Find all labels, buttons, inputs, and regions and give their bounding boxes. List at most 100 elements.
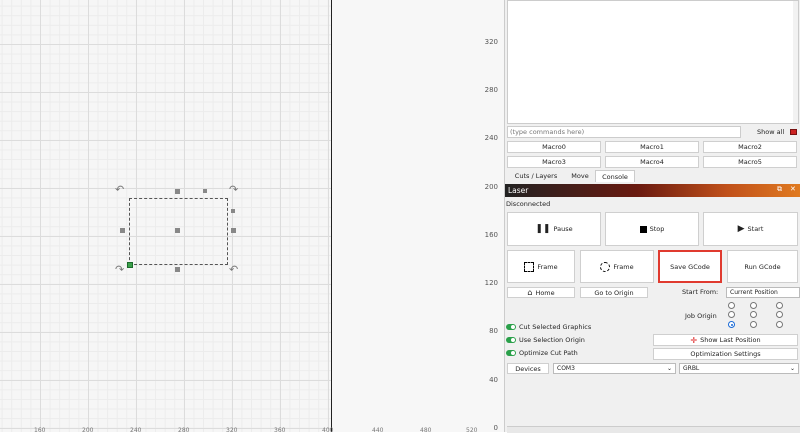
y-tick-label: 80 — [489, 327, 498, 335]
macro0-button[interactable]: Macro0 — [507, 141, 601, 153]
job-origin-top-right[interactable] — [776, 302, 783, 309]
x-tick-label: 440 — [372, 427, 384, 434]
scale-handle-left[interactable] — [120, 228, 125, 233]
job-origin-middle-center[interactable] — [750, 311, 757, 318]
x-tick-label: 400 — [322, 427, 334, 434]
stop-label: Stop — [649, 225, 665, 233]
job-origin-top-left[interactable] — [728, 302, 735, 309]
console-scrollbar[interactable] — [793, 1, 798, 123]
frame-circle-button[interactable]: Frame — [580, 250, 654, 283]
optimize-cut-path-label: Optimize Cut Path — [519, 349, 578, 357]
stop-icon — [639, 225, 647, 233]
float-panel-icon[interactable]: ⧉ — [777, 185, 782, 194]
start-from-select[interactable]: Current Position — [726, 287, 800, 298]
scale-handle-center[interactable] — [175, 228, 180, 233]
frame-rect-icon — [524, 261, 535, 272]
origin-anchor-handle[interactable] — [127, 262, 133, 268]
y-tick-label: 120 — [484, 279, 498, 287]
save-gcode-button[interactable]: Save GCode — [658, 250, 722, 283]
y-tick-label: 0 — [493, 424, 498, 432]
job-origin-bottom-left[interactable] — [728, 321, 735, 328]
y-tick-label: 40 — [489, 376, 498, 384]
pause-label: Pause — [553, 225, 573, 233]
skew-handle-top[interactable] — [203, 189, 207, 193]
start-from-value: Current Position — [730, 289, 778, 296]
play-icon: ▶ — [737, 224, 745, 234]
cut-selected-toggle[interactable] — [506, 324, 516, 330]
laser-panel-titlebar — [505, 184, 800, 197]
devices-button[interactable]: Devices — [507, 363, 549, 374]
scale-handle-top[interactable] — [175, 189, 180, 194]
laser-panel-title: Laser — [508, 186, 529, 195]
macro1-button[interactable]: Macro1 — [605, 141, 699, 153]
chevron-down-icon: ⌄ — [666, 365, 672, 372]
console-log — [507, 0, 799, 124]
stop-button[interactable]: Stop — [605, 212, 699, 246]
tab-move[interactable]: Move — [566, 170, 594, 182]
connection-status: Disconnected — [506, 200, 551, 208]
controller-value: GRBL — [683, 365, 700, 372]
macro3-button[interactable]: Macro3 — [507, 156, 601, 168]
frame-circle-label: Frame — [613, 262, 634, 271]
x-tick-label: 280 — [178, 427, 190, 434]
y-tick-label: 320 — [484, 38, 498, 46]
macro4-button[interactable]: Macro4 — [605, 156, 699, 168]
y-tick-label: 280 — [484, 86, 498, 94]
use-selection-origin-toggle[interactable] — [506, 337, 516, 343]
job-origin-top-center[interactable] — [750, 302, 757, 309]
design-canvas[interactable]: ↶ ↷ ↷ ↶ — [0, 0, 332, 432]
rotate-handle-top-left-icon[interactable]: ↶ — [115, 183, 124, 196]
crosshair-icon: ✛ — [690, 335, 698, 345]
optimize-cut-path-toggle[interactable] — [506, 350, 516, 356]
show-last-position-button[interactable]: ✛ Show Last Position — [653, 334, 798, 346]
show-all-checkbox[interactable] — [790, 129, 797, 135]
skew-handle-right[interactable] — [231, 209, 235, 213]
start-label: Start — [747, 225, 764, 233]
port-value: COM3 — [557, 365, 575, 372]
x-tick-label: 360 — [274, 427, 286, 434]
job-origin-middle-left[interactable] — [728, 311, 735, 318]
cut-selected-label: Cut Selected Graphics — [519, 323, 592, 331]
tab-console[interactable]: Console — [595, 170, 635, 182]
close-panel-icon[interactable]: ✕ — [790, 185, 796, 193]
optimization-settings-button[interactable]: Optimization Settings — [653, 348, 798, 360]
run-gcode-button[interactable]: Run GCode — [727, 250, 798, 283]
job-origin-label: Job Origin — [685, 312, 717, 320]
start-from-label: Start From: — [682, 288, 719, 296]
job-origin-bottom-right[interactable] — [776, 321, 783, 328]
port-select[interactable]: COM3 ⌄ — [553, 363, 676, 374]
home-button[interactable]: ⌂ Home — [507, 287, 575, 298]
x-tick-label: 320 — [226, 427, 238, 434]
controller-select[interactable]: GRBL ⌄ — [679, 363, 799, 374]
x-tick-label: 160 — [34, 427, 46, 434]
macro5-button[interactable]: Macro5 — [703, 156, 797, 168]
job-origin-middle-right[interactable] — [776, 311, 783, 318]
start-button[interactable]: ▶ Start — [703, 212, 798, 246]
job-origin-bottom-center[interactable] — [750, 321, 757, 328]
frame-rect-button[interactable]: Frame — [507, 250, 575, 283]
tab-cuts-layers[interactable]: Cuts / Layers — [507, 170, 565, 182]
frame-circle-icon — [600, 261, 611, 272]
command-input-placeholder: (type commands here) — [510, 128, 585, 136]
x-tick-label: 480 — [420, 427, 432, 434]
pause-button[interactable]: ❚❚ Pause — [507, 212, 601, 246]
x-tick-label: 240 — [130, 427, 142, 434]
scale-handle-right[interactable] — [231, 228, 236, 233]
rotate-handle-bottom-left-icon[interactable]: ↷ — [115, 263, 124, 276]
macro2-button[interactable]: Macro2 — [703, 141, 797, 153]
rotate-handle-top-right-icon[interactable]: ↷ — [229, 183, 238, 196]
y-tick-label: 160 — [484, 231, 498, 239]
home-icon: ⌂ — [527, 288, 533, 297]
chevron-down-icon: ⌄ — [789, 365, 795, 372]
y-tick-label: 240 — [484, 134, 498, 142]
home-label: Home — [535, 288, 555, 297]
console-output-area: 320 280 240 200 160 120 80 40 0 — [332, 0, 504, 432]
scale-handle-bottom[interactable] — [175, 267, 180, 272]
use-selection-origin-label: Use Selection Origin — [519, 336, 585, 344]
y-tick-label: 200 — [484, 183, 498, 191]
go-to-origin-button[interactable]: Go to Origin — [580, 287, 648, 298]
show-all-label: Show all — [757, 128, 785, 136]
frame-rect-label: Frame — [537, 262, 558, 271]
rotate-handle-bottom-right-icon[interactable]: ↶ — [229, 263, 238, 276]
command-input[interactable]: (type commands here) — [507, 126, 741, 138]
